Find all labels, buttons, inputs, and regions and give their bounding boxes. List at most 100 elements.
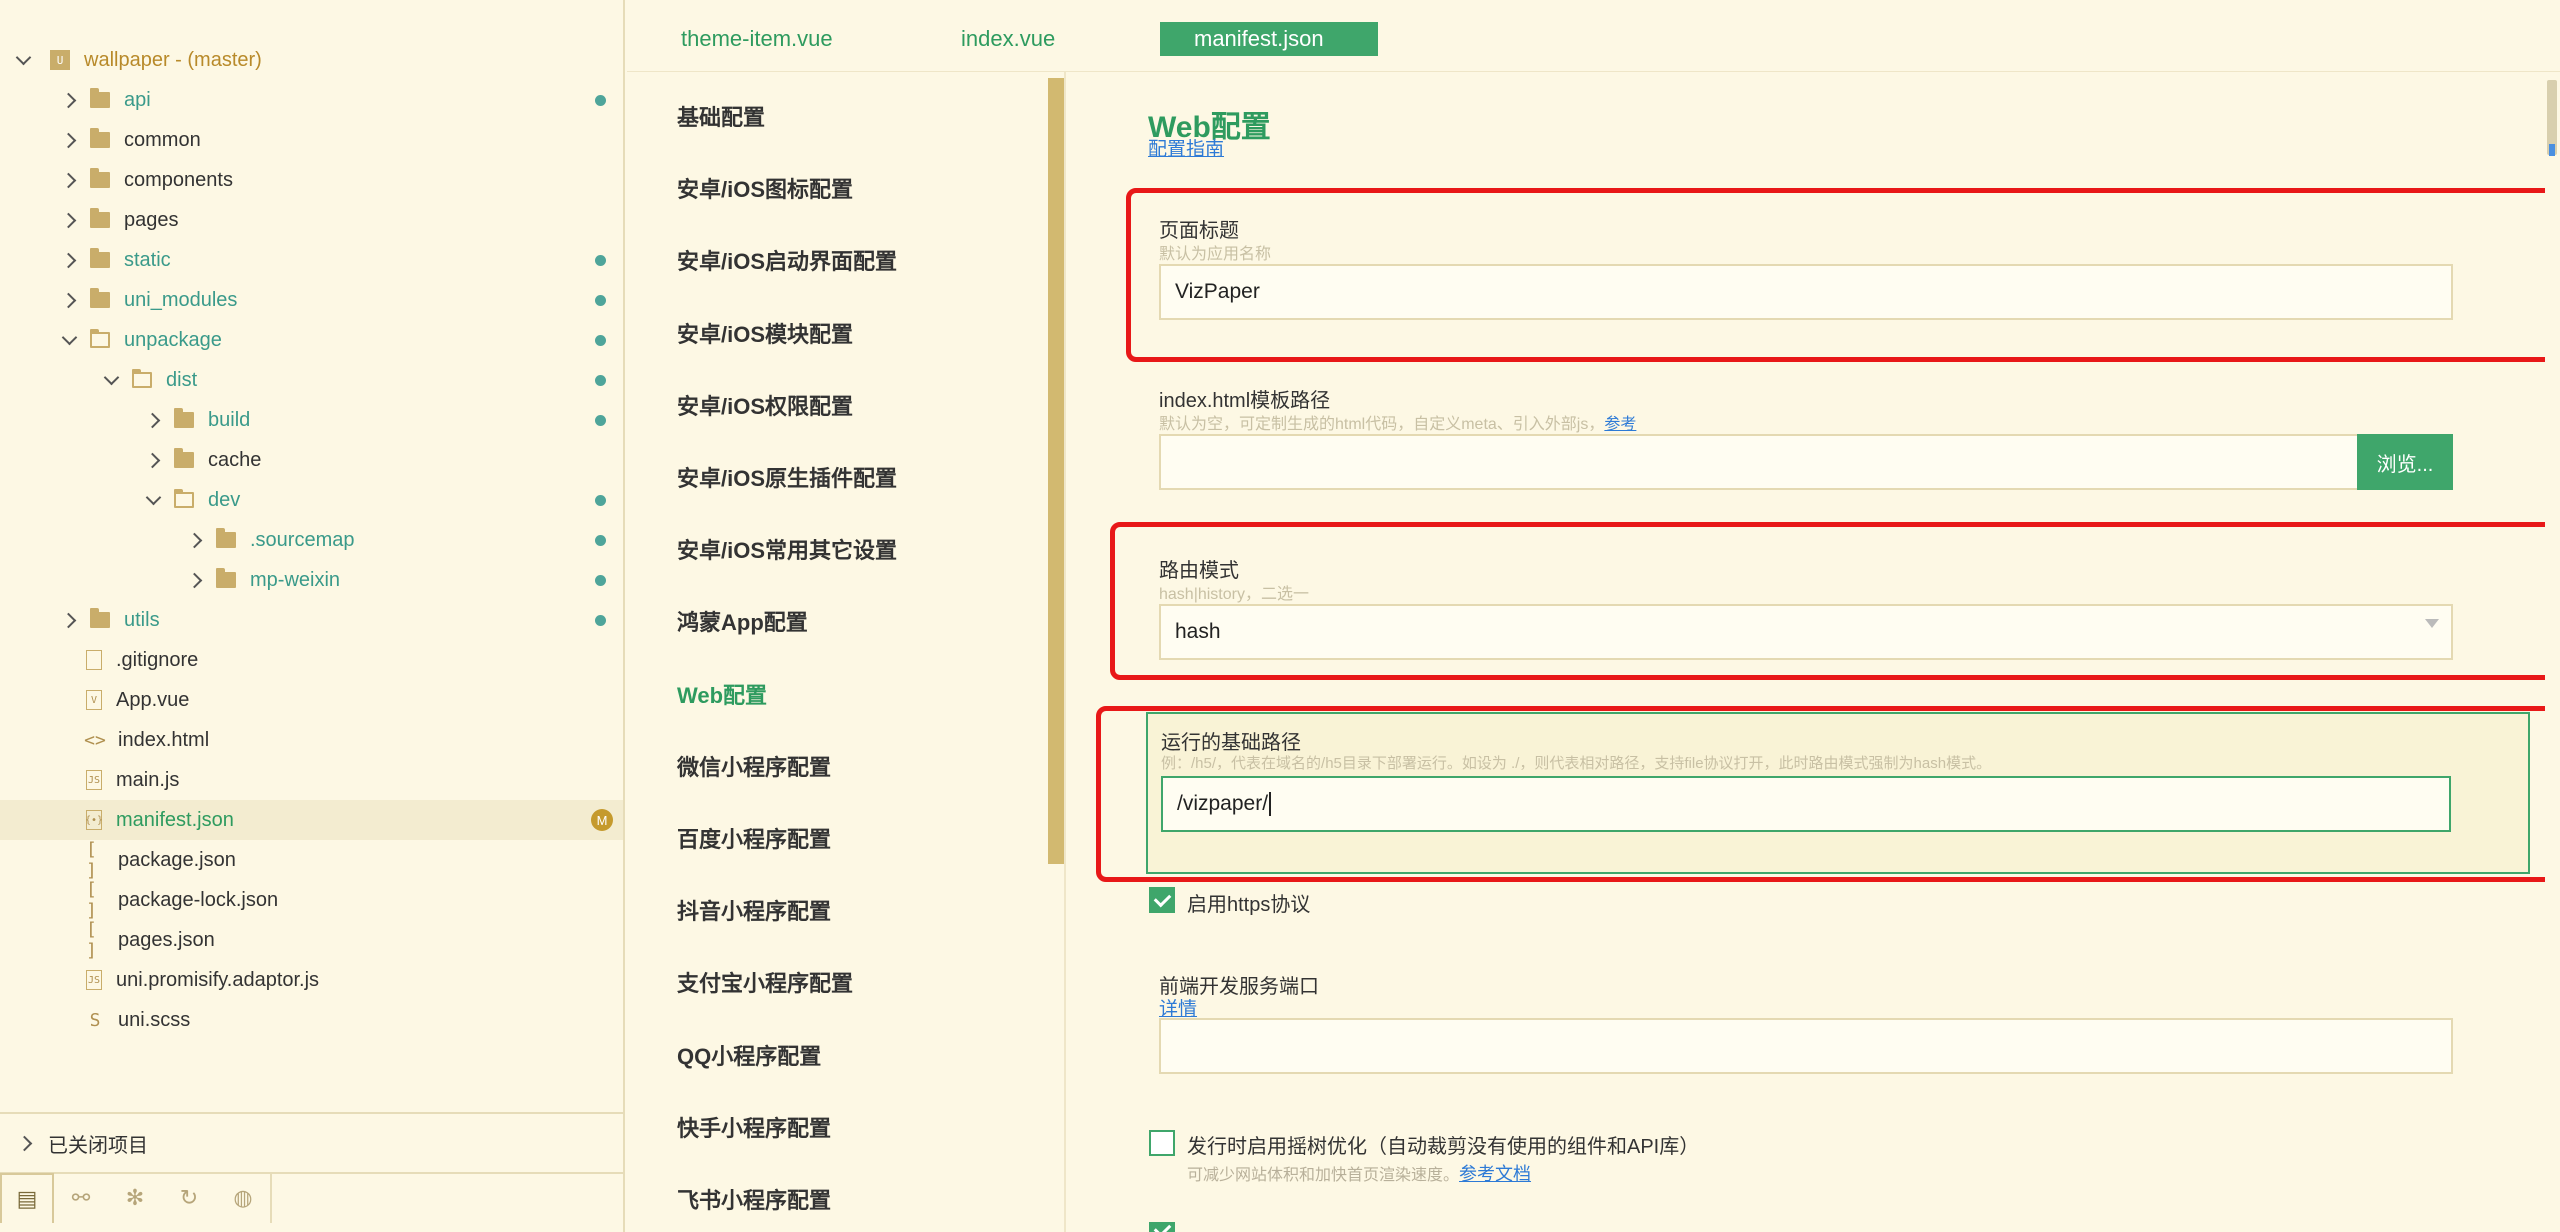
browse-button[interactable]: 浏览... (2357, 434, 2453, 490)
template-path-hint-text: 默认为空，可定制生成的html代码，自定义meta、引入外部js， (1159, 416, 1605, 433)
folder-icon (90, 128, 110, 148)
tab-index-vue[interactable]: index.vue (947, 22, 1069, 56)
chevron-down-icon[interactable] (14, 51, 32, 69)
config-nav-item[interactable]: 基础配置 (677, 100, 765, 132)
chevron-right-icon[interactable] (60, 131, 78, 149)
tree-folder-row[interactable]: dist (0, 360, 623, 400)
tree-item-label: package.json (118, 848, 236, 871)
nav-scrollbar[interactable] (1048, 78, 1064, 864)
git-status-dot (595, 334, 606, 346)
tree-shaking-docs-link[interactable]: 参考文档 (1459, 1164, 1531, 1184)
tree-shaking-hint: 可减少网站体积和加快首页渲染速度。参考文档 (1187, 1160, 1531, 1186)
template-path-input[interactable] (1159, 434, 2373, 490)
tree-folder-row[interactable]: build (0, 400, 623, 440)
config-nav-item[interactable]: 抖音小程序配置 (677, 894, 831, 926)
dev-port-details-link[interactable]: 详情 (1159, 994, 1197, 1021)
router-mode-value: hash (1175, 620, 1221, 643)
dropdown-caret-icon (2425, 619, 2439, 628)
config-nav-item[interactable]: 快手小程序配置 (677, 1111, 831, 1143)
main-scrollbar[interactable] (2545, 72, 2560, 1232)
refresh-search-icon[interactable]: ↻ (162, 1173, 216, 1223)
tree-folder-row[interactable]: common (0, 120, 623, 160)
closed-projects-row[interactable]: 已关闭项目 (0, 1112, 623, 1172)
tree-folder-row[interactable]: pages (0, 200, 623, 240)
https-checkbox[interactable] (1149, 887, 1175, 913)
tree-file-row[interactable]: [ ] pages.json (0, 919, 623, 961)
chevron-down-icon[interactable] (60, 331, 78, 349)
tree-file-row[interactable]: [ ] package.json (0, 839, 623, 881)
tree-file-row[interactable]: <> index.html (0, 720, 623, 760)
tree-file-row[interactable]: .gitignore (0, 640, 623, 680)
tree-folder-row[interactable]: unpackage (0, 320, 623, 360)
tree-file-row[interactable]: Suni.scss (0, 1000, 623, 1040)
tree-file-row[interactable]: [ ] package-lock.json (0, 879, 623, 921)
config-nav-item[interactable]: QQ小程序配置 (677, 1039, 821, 1071)
template-path-ref-link[interactable]: 参考 (1604, 416, 1636, 433)
config-nav-item[interactable]: 百度小程序配置 (677, 822, 831, 854)
chevron-right-icon[interactable] (144, 411, 162, 429)
chevron-right-icon[interactable] (60, 211, 78, 229)
tree-file-row[interactable]: {•} manifest.json M (0, 800, 623, 840)
base-path-hint: 例：/h5/，代表在域名的/h5目录下部署运行。如设为 ./，则代表相对路径，支… (1161, 755, 1992, 772)
tree-shaking-checkbox[interactable] (1149, 1130, 1175, 1156)
file-icon: V (86, 690, 102, 710)
config-nav-item[interactable]: 微信小程序配置 (677, 750, 831, 782)
tree-folder-row[interactable]: mp-weixin (0, 560, 623, 600)
chevron-right-icon[interactable] (60, 91, 78, 109)
chevron-right-icon[interactable] (60, 291, 78, 309)
chevron-right-icon[interactable] (60, 611, 78, 629)
tree-file-row[interactable]: JS uni.promisify.adaptor.js (0, 960, 623, 1000)
config-nav-item[interactable]: 安卓/iOS常用其它设置 (677, 533, 897, 565)
dev-port-input[interactable] (1159, 1018, 2453, 1074)
chevron-right-icon[interactable] (60, 251, 78, 269)
tree-folder-row[interactable]: uni_modules (0, 280, 623, 320)
router-mode-select[interactable]: hash (1159, 604, 2453, 660)
chevron-right-icon[interactable] (16, 1134, 34, 1152)
base-path-input[interactable]: /vizpaper/ (1161, 776, 2451, 832)
closed-projects-label: 已关闭项目 (48, 1134, 148, 1157)
tab-manifest-json[interactable]: manifest.json (1160, 22, 1378, 56)
project-root-row[interactable]: U wallpaper - (master) (0, 40, 623, 80)
config-nav-item[interactable]: 飞书小程序配置 (677, 1183, 831, 1215)
config-nav-item[interactable]: 安卓/iOS图标配置 (677, 172, 853, 204)
tree-folder-row[interactable]: components (0, 160, 623, 200)
config-nav-item[interactable]: 安卓/iOS启动界面配置 (677, 244, 897, 276)
tab-theme-item-vue[interactable]: theme-item.vue (667, 22, 847, 56)
config-nav-item[interactable]: 安卓/iOS模块配置 (677, 317, 853, 349)
tree-folder-row[interactable]: utils (0, 600, 623, 640)
chevron-down-icon[interactable] (102, 371, 120, 389)
bug-icon[interactable]: ✻ (108, 1173, 162, 1223)
tree-folder-row[interactable]: static (0, 240, 623, 280)
config-nav-item[interactable]: 安卓/iOS权限配置 (677, 389, 853, 421)
config-nav-item[interactable]: 安卓/iOS原生插件配置 (677, 461, 897, 493)
chevron-down-icon[interactable] (144, 491, 162, 509)
next-checkbox-partial[interactable] (1149, 1222, 1175, 1232)
git-status-dot (595, 494, 606, 506)
tree-file-row[interactable]: JS main.js (0, 760, 623, 800)
page-title-input[interactable]: VizPaper (1159, 264, 2453, 320)
tree-item-label: index.html (118, 728, 210, 751)
tree-folder-row[interactable]: cache (0, 440, 623, 480)
chevron-right-icon[interactable] (186, 531, 204, 549)
chevron-right-icon[interactable] (186, 571, 204, 589)
chevron-right-icon[interactable] (144, 451, 162, 469)
tree-item-label: pages.json (118, 928, 215, 951)
config-guide-link[interactable]: 配置指南 (1148, 134, 1224, 161)
git-status-dot (595, 294, 606, 306)
tree-folder-row[interactable]: .sourcemap (0, 520, 623, 560)
config-nav-item[interactable]: 鸿蒙App配置 (677, 605, 808, 637)
tree-folder-row[interactable]: dev (0, 480, 623, 520)
tree-file-row[interactable]: V App.vue (0, 680, 623, 720)
binoculars-icon[interactable]: ⚯ (54, 1173, 108, 1223)
config-nav-item[interactable]: 支付宝小程序配置 (677, 966, 853, 998)
folder-open-icon (132, 369, 152, 388)
file-icon: {•} (85, 810, 103, 830)
tree-folder-row[interactable]: api (0, 80, 623, 120)
git-status-dot (595, 94, 606, 106)
globe-icon[interactable]: ◍ (216, 1173, 270, 1223)
tree-item-label: uni.scss (118, 1008, 191, 1031)
project-files-icon[interactable]: ▤ (0, 1173, 54, 1223)
chevron-right-icon[interactable] (60, 171, 78, 189)
config-nav-item[interactable]: Web配置 (677, 678, 767, 710)
project-explorer: U wallpaper - (master) api common componen… (0, 0, 625, 1232)
